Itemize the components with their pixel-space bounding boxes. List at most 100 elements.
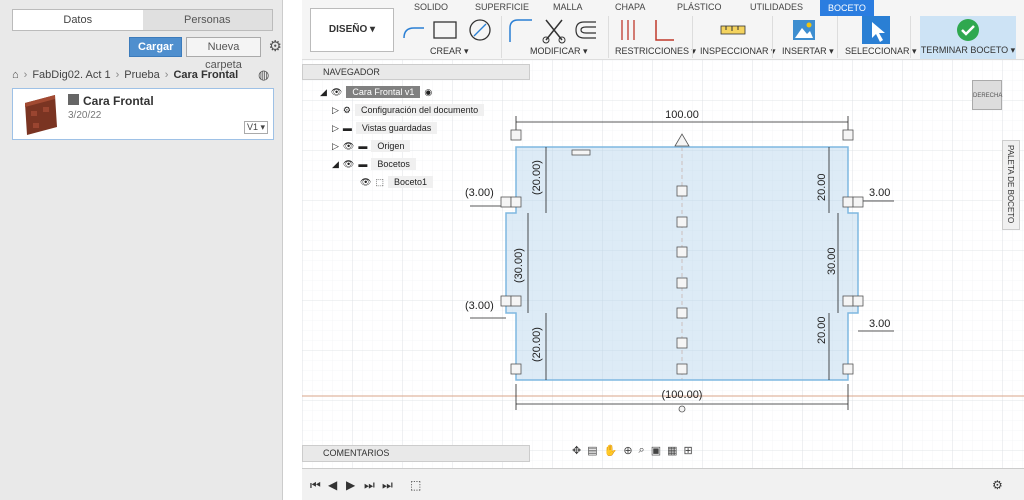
folder-icon: ▬ bbox=[358, 159, 368, 169]
insert-image-icon[interactable] bbox=[793, 20, 815, 40]
breadcrumb-current: Cara Frontal bbox=[173, 69, 239, 81]
timeline: ⏮ ◀ ▶ ⏭ ⏭ ⬚ ⚙ bbox=[302, 468, 1024, 500]
dim-text-right-mid[interactable]: 30.00 bbox=[826, 247, 838, 275]
dim-text-left-bot[interactable]: (20.00) bbox=[531, 327, 543, 362]
navigator-item-sketches[interactable]: ◢ 👁 ▬ Bocetos bbox=[332, 158, 416, 170]
group-restricciones[interactable]: RESTRICCIONES ▾ bbox=[615, 46, 696, 57]
upload-button[interactable]: Cargar bbox=[129, 37, 183, 57]
tab-plastico[interactable]: PLÁSTICO bbox=[677, 2, 722, 12]
workspace-dropdown[interactable]: DISEÑO ▾ bbox=[310, 8, 394, 52]
finish-sketch-button[interactable]: TERMINAR BOCETO ▾ bbox=[920, 16, 1016, 59]
perpendicular-icon bbox=[655, 20, 674, 41]
rectangle-tool-icon bbox=[433, 21, 457, 39]
dim-text-left-mid[interactable]: (30.00) bbox=[513, 248, 525, 283]
breadcrumb-item[interactable]: Prueba bbox=[124, 69, 159, 81]
measure-icon[interactable] bbox=[720, 22, 746, 38]
home-icon[interactable]: ⌂ bbox=[12, 69, 19, 81]
tab-superficie[interactable]: SUPERFICIE bbox=[475, 2, 529, 12]
new-folder-button[interactable]: Nueva carpeta bbox=[186, 37, 261, 71]
display-settings-icon[interactable]: ▣ bbox=[651, 444, 661, 457]
share-icon[interactable]: ◍ bbox=[258, 67, 269, 83]
tab-solido[interactable]: SOLIDO bbox=[414, 2, 448, 12]
orbit-icon[interactable]: ✥ bbox=[572, 444, 581, 457]
file-title: Cara Frontal bbox=[83, 94, 154, 108]
group-insertar[interactable]: INSERTAR ▾ bbox=[782, 46, 834, 57]
dim-text-bottom[interactable]: (100.00) bbox=[662, 389, 703, 401]
navigator-header[interactable]: NAVEGADOR bbox=[302, 64, 530, 80]
tab-malla[interactable]: MALLA bbox=[553, 2, 583, 12]
comments-header[interactable]: COMENTARIOS bbox=[302, 445, 530, 462]
file-date: 3/20/22 bbox=[68, 110, 102, 121]
file-thumbnail bbox=[25, 95, 57, 135]
navigator-item-label: Boceto1 bbox=[387, 176, 433, 188]
navigator-item-origin[interactable]: ▷ 👁 ▬ Origen bbox=[332, 140, 411, 152]
timeline-sketch-icon[interactable]: ⬚ bbox=[410, 478, 421, 492]
gear-icon[interactable]: ⚙ bbox=[992, 478, 1003, 492]
fit-icon[interactable]: ⌕ bbox=[639, 444, 645, 457]
navigator-item-document-settings[interactable]: ▷ ⚙ Configuración del documento bbox=[332, 104, 485, 116]
data-panel-tabs: Datos Personas bbox=[12, 9, 273, 31]
gear-icon: ⚙ bbox=[342, 104, 351, 115]
checkmark-icon bbox=[957, 19, 979, 41]
dim-text-right-off-bot[interactable]: 3.00 bbox=[869, 318, 890, 330]
tab-boceto[interactable]: BOCETO bbox=[820, 0, 874, 16]
version-dropdown[interactable]: V1 ▾ bbox=[243, 121, 268, 134]
step-back-icon[interactable]: ◀ bbox=[328, 478, 337, 492]
sketch-icon: ⬚ bbox=[375, 176, 384, 187]
play-icon[interactable]: ▶ bbox=[346, 478, 355, 492]
navigator-item-sketch1[interactable]: 👁 ⬚ Boceto1 bbox=[360, 176, 433, 188]
zoom-icon[interactable]: ⊕ bbox=[623, 444, 632, 457]
group-modificar[interactable]: MODIFICAR ▾ bbox=[530, 46, 588, 57]
eye-icon[interactable]: 👁 bbox=[331, 87, 342, 98]
skip-start-icon[interactable]: ⏮ bbox=[310, 478, 321, 493]
ribbon-toolbar: DISEÑO ▾ SOLIDO SUPERFICIE MALLA CHAPA P… bbox=[302, 0, 1024, 60]
sketch-palette-tab[interactable]: PALETA DE BOCETO bbox=[1002, 140, 1020, 230]
tab-personas[interactable]: Personas bbox=[143, 10, 273, 30]
look-at-icon[interactable]: ▤ bbox=[587, 444, 597, 457]
expand-icon[interactable]: ◢ bbox=[332, 159, 339, 170]
data-actions: Cargar Nueva carpeta ⚙ bbox=[129, 37, 282, 71]
navigator-item-label: Vistas guardadas bbox=[355, 122, 438, 134]
breadcrumb-item[interactable]: FabDig02. Act 1 bbox=[32, 69, 110, 81]
step-forward-icon[interactable]: ⏭ bbox=[364, 478, 375, 493]
select-icon[interactable] bbox=[862, 16, 890, 44]
expand-icon[interactable]: ▷ bbox=[332, 105, 339, 116]
viewcube[interactable]: DERECHA bbox=[972, 80, 1002, 110]
dim-text-right-top[interactable]: 20.00 bbox=[816, 173, 828, 201]
tab-utilidades[interactable]: UTILIDADES bbox=[750, 2, 803, 12]
pan-icon[interactable]: ✋ bbox=[604, 444, 618, 457]
main-area: 100.00 (100.00) (3.00) (3.00) 3.00 3.00 … bbox=[302, 0, 1024, 500]
dim-text-left-top[interactable]: (20.00) bbox=[531, 160, 543, 195]
dim-text-right-off-top[interactable]: 3.00 bbox=[869, 187, 890, 199]
eye-icon[interactable]: 👁 bbox=[343, 159, 354, 170]
dim-text-left-off-top[interactable]: (3.00) bbox=[465, 187, 494, 199]
eye-icon[interactable]: 👁 bbox=[343, 141, 354, 152]
group-seleccionar[interactable]: SELECCIONAR ▾ bbox=[845, 46, 917, 57]
viewports-icon[interactable]: ⊞ bbox=[684, 444, 693, 457]
expand-icon[interactable]: ▷ bbox=[332, 141, 339, 152]
eye-icon[interactable]: 👁 bbox=[360, 177, 371, 188]
tab-datos[interactable]: Datos bbox=[13, 10, 143, 30]
activate-radio-icon[interactable]: ◉ bbox=[424, 87, 432, 98]
navigator-item-label: Bocetos bbox=[371, 158, 416, 170]
skip-end-icon[interactable]: ⏭ bbox=[382, 478, 393, 493]
navigator-item-named-views[interactable]: ▷ ▬ Vistas guardadas bbox=[332, 122, 438, 134]
group-crear[interactable]: CREAR ▾ bbox=[430, 46, 469, 57]
create-tools[interactable] bbox=[400, 18, 495, 44]
file-card[interactable]: Cara Frontal 3/20/22 V1 ▾ bbox=[12, 88, 274, 140]
expand-icon[interactable]: ▷ bbox=[332, 123, 339, 134]
tab-chapa[interactable]: CHAPA bbox=[615, 2, 645, 12]
modify-tools[interactable] bbox=[506, 16, 601, 44]
cube-icon bbox=[68, 94, 79, 105]
group-inspeccionar[interactable]: INSPECCIONAR ▾ bbox=[700, 46, 776, 57]
scissors-icon bbox=[545, 19, 563, 41]
navigator-root[interactable]: ◢ 👁 Cara Frontal v1 ◉ bbox=[320, 86, 432, 98]
dim-text-left-off-bot[interactable]: (3.00) bbox=[465, 300, 494, 312]
dim-text-right-bot[interactable]: 20.00 bbox=[816, 316, 828, 344]
dim-text-top[interactable]: 100.00 bbox=[665, 109, 699, 121]
constraint-tools[interactable] bbox=[618, 16, 698, 44]
expand-icon[interactable]: ◢ bbox=[320, 87, 327, 98]
grid-settings-icon[interactable]: ▦ bbox=[667, 444, 677, 457]
gear-icon[interactable]: ⚙ bbox=[269, 39, 282, 55]
navigator-item-label: Origen bbox=[371, 140, 411, 152]
